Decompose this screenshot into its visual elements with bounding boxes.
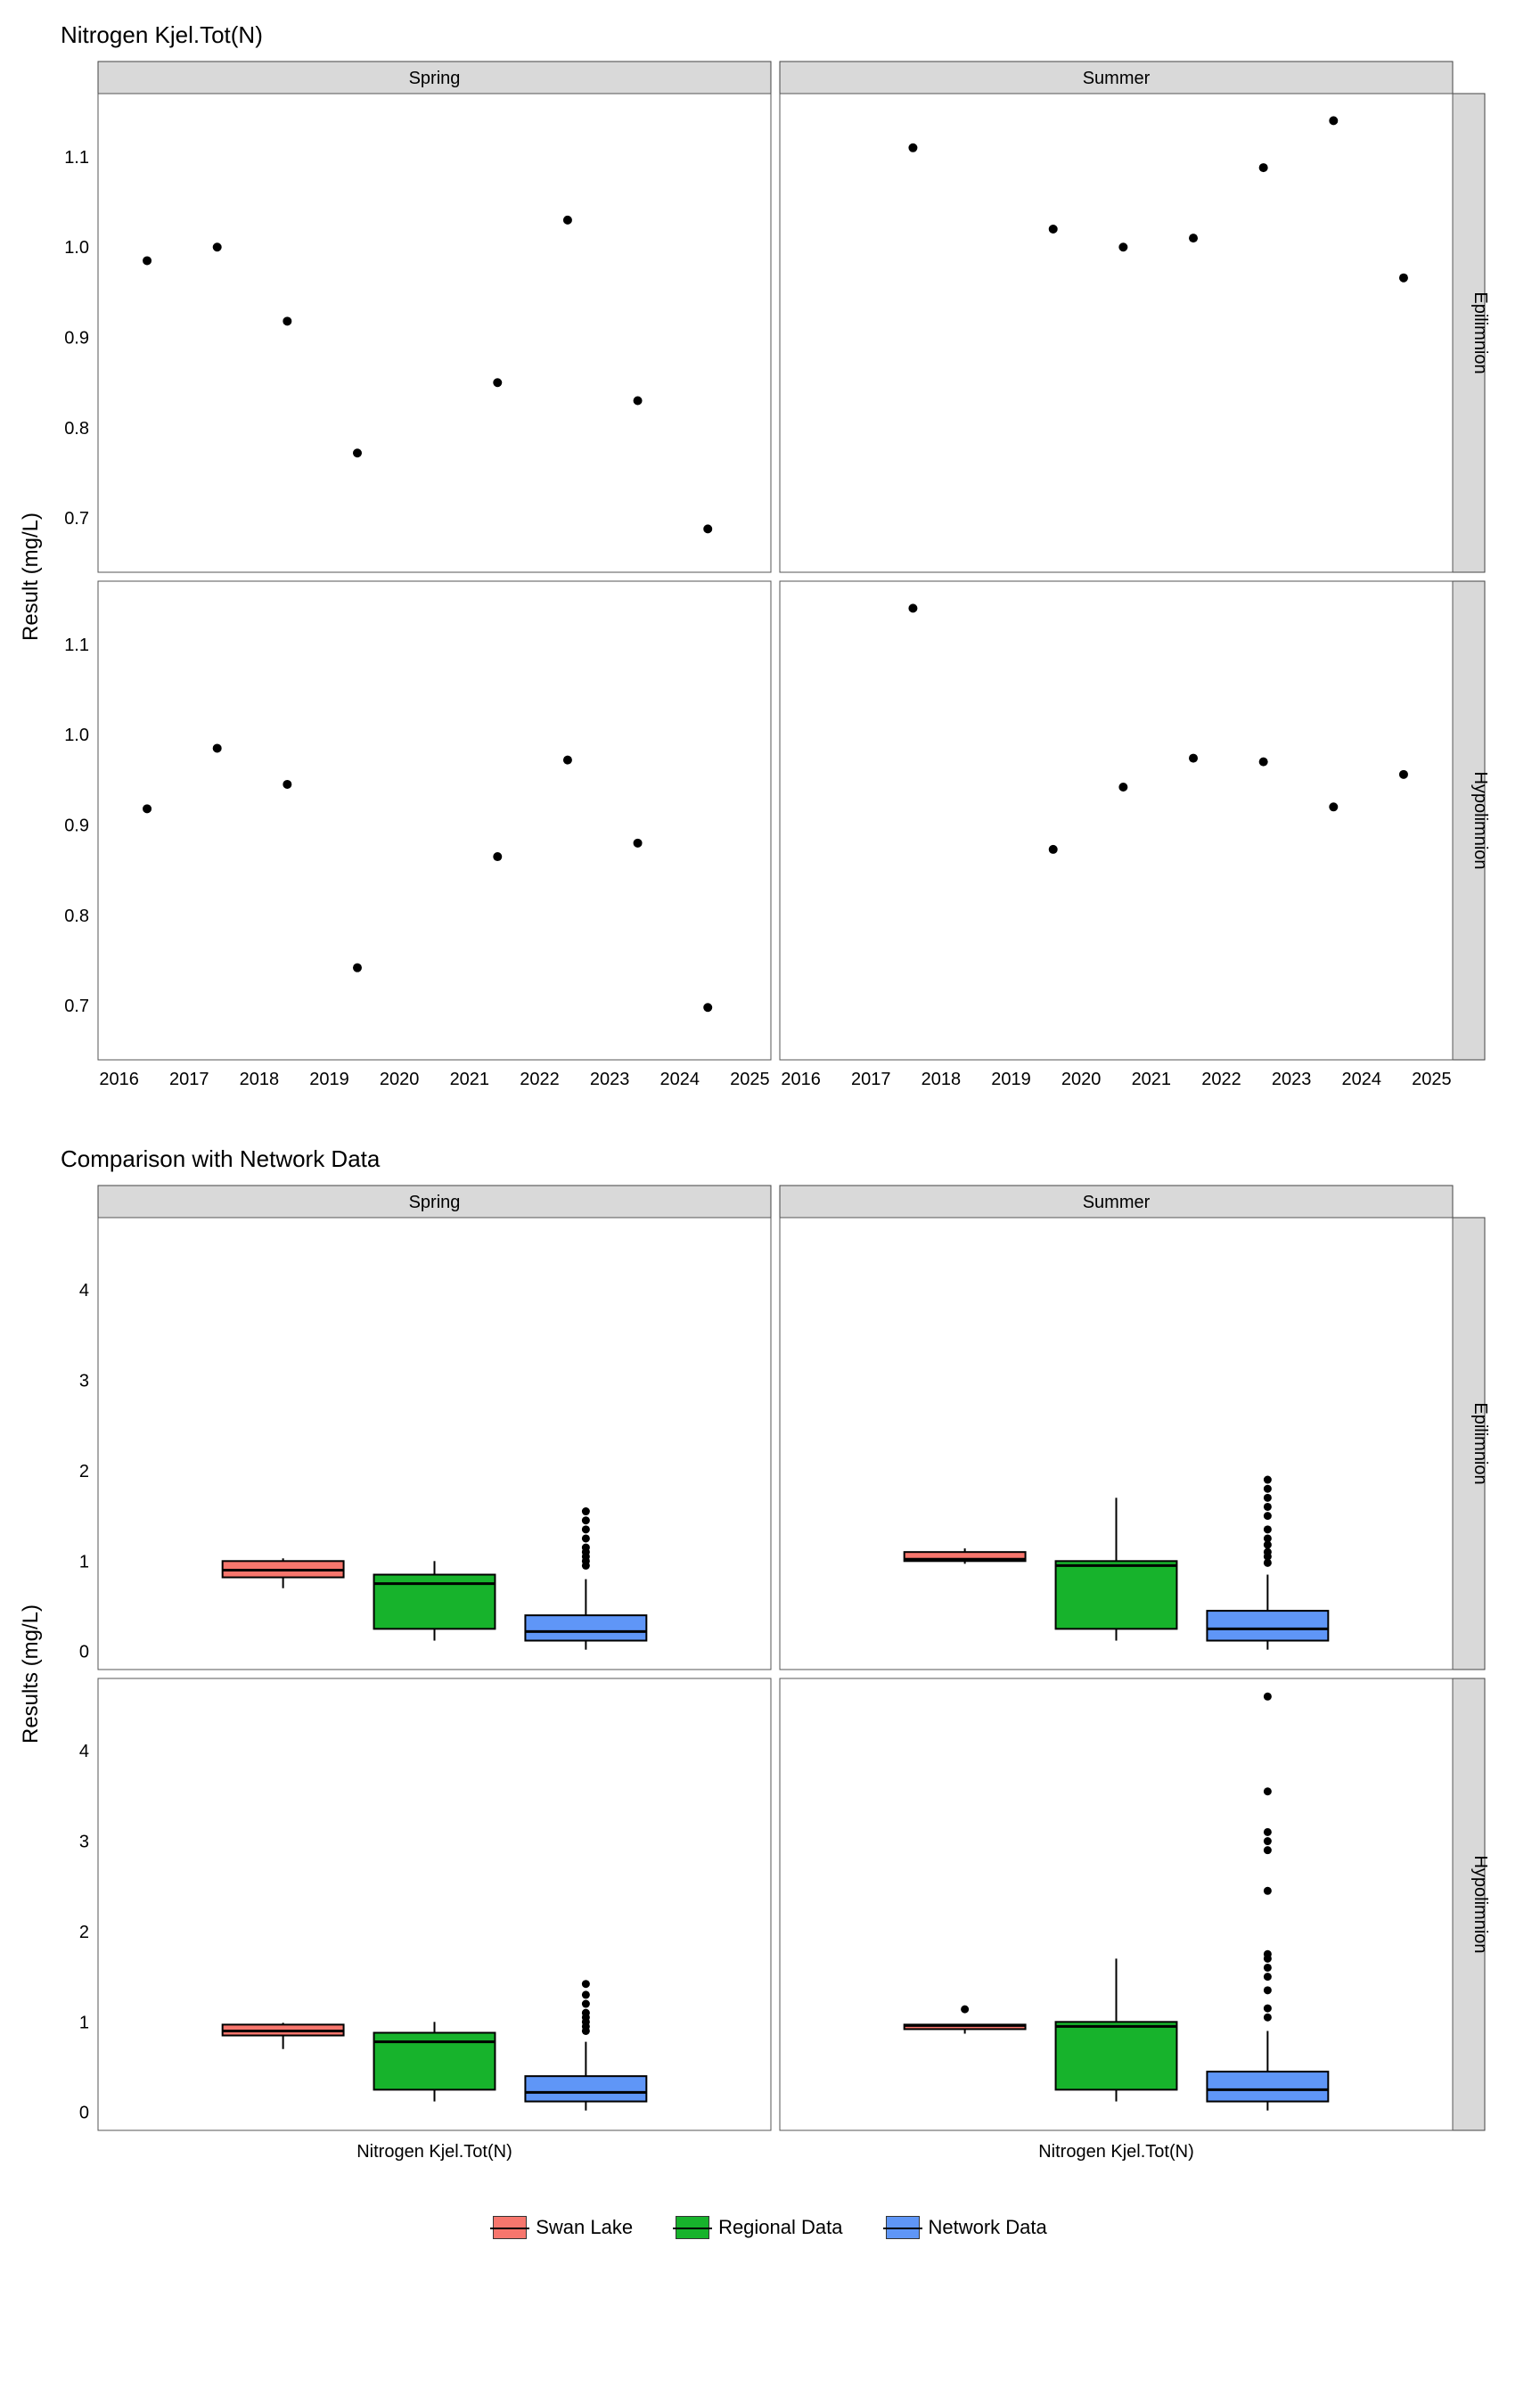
boxplot-block: Comparison with Network Data Results (mg…: [18, 1145, 1522, 2180]
svg-text:0: 0: [79, 1643, 89, 1662]
svg-text:2020: 2020: [380, 1070, 420, 1089]
svg-text:0.8: 0.8: [64, 907, 89, 926]
svg-text:2024: 2024: [1342, 1070, 1382, 1089]
legend-swatch-swan: [493, 2216, 527, 2239]
boxplot-svg: Results (mg/L) Spring Summer Epilimnion Hypo…: [18, 1182, 1522, 2180]
svg-text:2: 2: [79, 1923, 89, 1942]
svg-text:2020: 2020: [1061, 1070, 1102, 1089]
svg-text:Epilimnion: Epilimnion: [1470, 1402, 1490, 1484]
svg-text:0.7: 0.7: [64, 997, 89, 1016]
svg-text:Spring: Spring: [409, 1193, 461, 1212]
svg-text:Hypolimnion: Hypolimnion: [1470, 1855, 1490, 1953]
svg-text:Result (mg/L): Result (mg/L): [19, 513, 43, 641]
svg-text:2018: 2018: [240, 1070, 280, 1089]
scatter-svg: Result (mg/L) Spring Summer Epilimnion Hypol…: [18, 58, 1522, 1110]
legend-label-regional: Regional Data: [718, 2216, 842, 2239]
legend-swatch-network: [886, 2216, 920, 2239]
svg-text:Spring: Spring: [409, 69, 461, 88]
svg-text:4: 4: [79, 1281, 89, 1301]
svg-text:2022: 2022: [520, 1070, 560, 1089]
svg-text:Nitrogen Kjel.Tot(N): Nitrogen Kjel.Tot(N): [356, 2142, 512, 2162]
svg-text:2016: 2016: [781, 1070, 821, 1089]
svg-text:Hypolimnion: Hypolimnion: [1470, 771, 1490, 869]
legend: Swan Lake Regional Data Network Data: [18, 2216, 1522, 2239]
legend-item-regional: Regional Data: [676, 2216, 842, 2239]
svg-text:2022: 2022: [1201, 1070, 1241, 1089]
svg-text:0: 0: [79, 2104, 89, 2123]
legend-swatch-regional: [676, 2216, 709, 2239]
svg-text:4: 4: [79, 1742, 89, 1761]
svg-text:2019: 2019: [309, 1070, 349, 1089]
svg-text:0.9: 0.9: [64, 329, 89, 349]
svg-text:0.7: 0.7: [64, 509, 89, 529]
svg-text:1: 1: [79, 1552, 89, 1571]
svg-text:2017: 2017: [851, 1070, 891, 1089]
svg-text:1.1: 1.1: [64, 636, 89, 655]
svg-text:Nitrogen Kjel.Tot(N): Nitrogen Kjel.Tot(N): [1038, 2142, 1194, 2162]
svg-text:3: 3: [79, 1833, 89, 1852]
svg-text:2: 2: [79, 1462, 89, 1481]
svg-text:2024: 2024: [660, 1070, 700, 1089]
boxplot-title: Comparison with Network Data: [61, 1145, 1522, 1173]
svg-text:0.8: 0.8: [64, 419, 89, 439]
svg-text:1.0: 1.0: [64, 726, 89, 745]
svg-text:2025: 2025: [1412, 1070, 1452, 1089]
legend-label-swan: Swan Lake: [536, 2216, 633, 2239]
svg-text:2025: 2025: [730, 1070, 770, 1089]
legend-item-swan: Swan Lake: [493, 2216, 633, 2239]
svg-text:0.9: 0.9: [64, 816, 89, 836]
svg-text:1.1: 1.1: [64, 148, 89, 168]
svg-text:2017: 2017: [169, 1070, 209, 1089]
svg-text:2016: 2016: [99, 1070, 139, 1089]
legend-item-network: Network Data: [886, 2216, 1047, 2239]
svg-text:Summer: Summer: [1083, 1193, 1151, 1212]
svg-text:2018: 2018: [922, 1070, 962, 1089]
legend-label-network: Network Data: [929, 2216, 1047, 2239]
svg-text:2021: 2021: [1132, 1070, 1172, 1089]
svg-text:Results (mg/L): Results (mg/L): [19, 1604, 43, 1744]
svg-text:Epilimnion: Epilimnion: [1470, 291, 1490, 373]
scatter-block: Nitrogen Kjel.Tot(N) Result (mg/L) Spring…: [18, 21, 1522, 1110]
svg-text:2023: 2023: [1272, 1070, 1312, 1089]
svg-text:2021: 2021: [450, 1070, 490, 1089]
svg-text:2019: 2019: [991, 1070, 1031, 1089]
scatter-title: Nitrogen Kjel.Tot(N): [61, 21, 1522, 49]
svg-text:1.0: 1.0: [64, 238, 89, 258]
svg-text:1: 1: [79, 2013, 89, 2032]
svg-text:2023: 2023: [590, 1070, 630, 1089]
svg-text:3: 3: [79, 1372, 89, 1391]
svg-text:Summer: Summer: [1083, 69, 1151, 88]
